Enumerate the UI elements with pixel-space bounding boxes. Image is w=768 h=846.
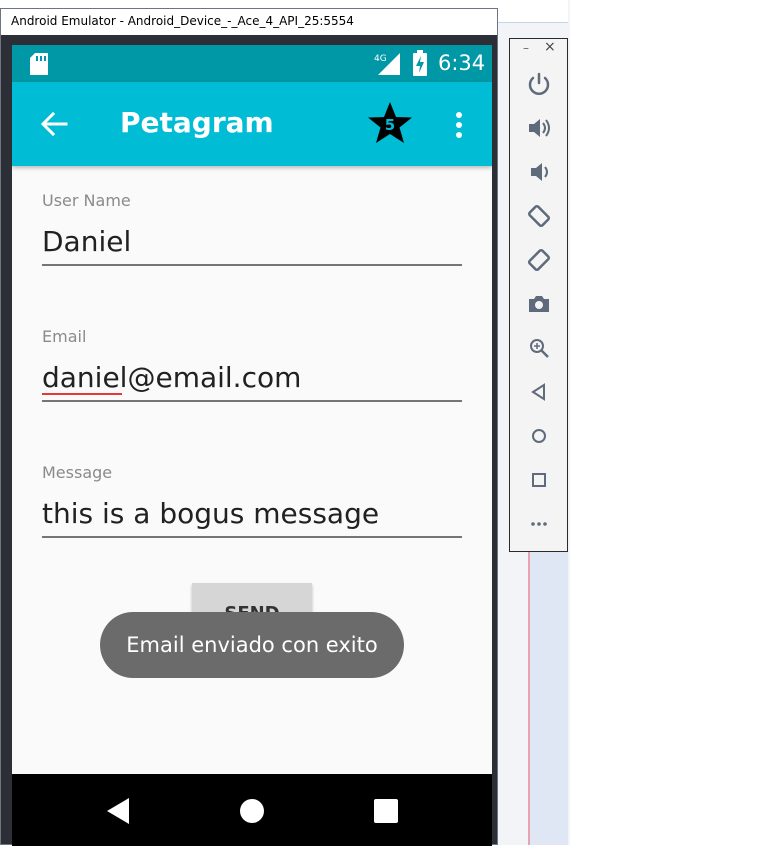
more-icon[interactable]	[524, 509, 554, 539]
message-label: Message	[42, 463, 113, 482]
rotate-right-icon[interactable]	[524, 245, 554, 275]
app-title: Petagram	[120, 106, 274, 139]
battery-charging-icon	[413, 50, 427, 76]
username-label: User Name	[42, 191, 131, 210]
home-icon[interactable]	[524, 421, 554, 451]
app-bar: Petagram 5	[12, 82, 492, 166]
email-underline	[42, 400, 462, 402]
email-label: Email	[42, 327, 87, 346]
username-input[interactable]: Daniel	[42, 225, 131, 258]
toolbar-minimize-button[interactable]: –	[523, 41, 529, 55]
window-titlebar[interactable]: Android Emulator - Android_Device_-_Ace_…	[1, 9, 497, 35]
username-underline	[42, 264, 462, 266]
volume-down-icon[interactable]	[524, 157, 554, 187]
spellcheck-underline	[42, 393, 122, 395]
network-label: 4G	[374, 54, 387, 64]
star-badge-icon[interactable]: 5	[367, 101, 413, 145]
volume-up-icon[interactable]	[524, 113, 554, 143]
message-input[interactable]: this is a bogus message	[42, 497, 379, 530]
badge-count: 5	[385, 116, 395, 134]
arrow-left-icon[interactable]	[40, 111, 68, 137]
message-underline	[42, 536, 462, 538]
emulator-toolbar: – ×	[509, 38, 568, 552]
overview-icon[interactable]	[524, 465, 554, 495]
navigation-bar	[12, 774, 492, 846]
camera-icon[interactable]	[524, 289, 554, 319]
toast-message: Email enviado con exito	[100, 612, 404, 678]
sd-card-icon	[30, 53, 48, 75]
desktop-panel	[498, 0, 568, 23]
zoom-icon[interactable]	[524, 333, 554, 363]
phone-screen: 4G 6:34 Petagram 5 User Name Daniel Emai…	[12, 45, 492, 846]
window-title: Android Emulator - Android_Device_-_Ace_…	[11, 14, 354, 28]
rotate-left-icon[interactable]	[524, 201, 554, 231]
status-bar: 4G 6:34	[12, 45, 492, 82]
nav-back-icon[interactable]	[107, 798, 129, 824]
emulator-window: Android Emulator - Android_Device_-_Ace_…	[0, 8, 498, 846]
nav-home-icon[interactable]	[239, 798, 265, 824]
email-input[interactable]: daniel@email.com	[42, 361, 301, 394]
back-icon[interactable]	[524, 377, 554, 407]
toolbar-close-button[interactable]: ×	[544, 39, 556, 55]
status-time: 6:34	[438, 51, 486, 75]
nav-overview-icon[interactable]	[374, 799, 398, 823]
more-vert-icon[interactable]	[455, 111, 463, 139]
power-icon[interactable]	[524, 69, 554, 99]
signal-icon: 4G	[374, 53, 400, 75]
desktop-divider	[528, 550, 530, 845]
